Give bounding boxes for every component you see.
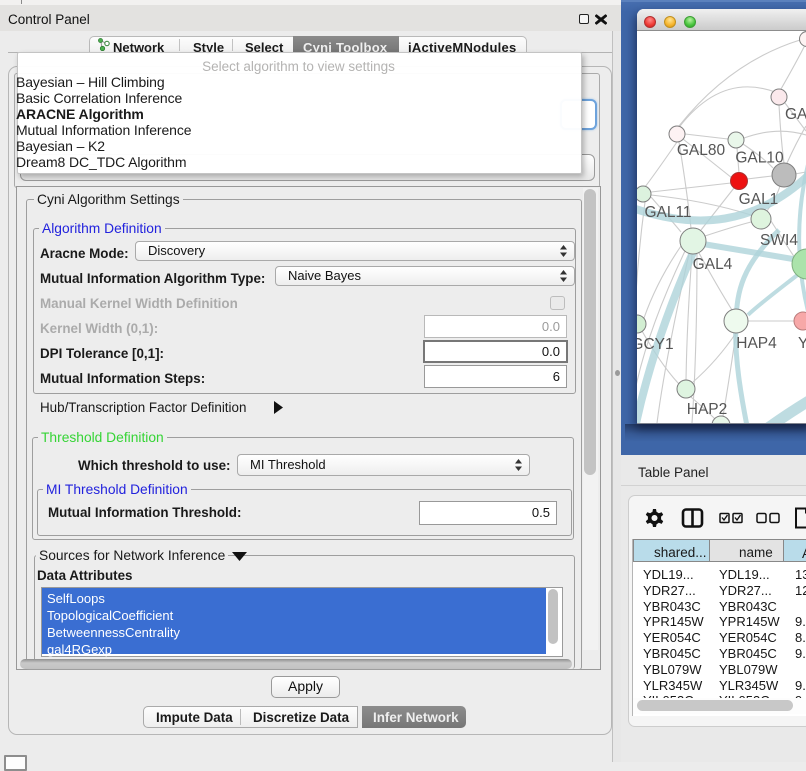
svg-text:GAL11: GAL11 bbox=[644, 204, 691, 221]
svg-text:SWI4: SWI4 bbox=[760, 232, 798, 249]
svg-text:YL: YL bbox=[798, 335, 806, 352]
svg-text:GAL4: GAL4 bbox=[693, 256, 733, 273]
svg-text:GAL1: GAL1 bbox=[739, 191, 779, 208]
svg-text:GAL10: GAL10 bbox=[735, 150, 784, 167]
svg-text:GAL80: GAL80 bbox=[677, 142, 726, 159]
svg-text:HAP2: HAP2 bbox=[687, 401, 728, 418]
svg-text:GCY1: GCY1 bbox=[637, 336, 674, 353]
svg-text:HAP4: HAP4 bbox=[736, 335, 777, 352]
svg-text:GAL2: GAL2 bbox=[785, 106, 806, 123]
